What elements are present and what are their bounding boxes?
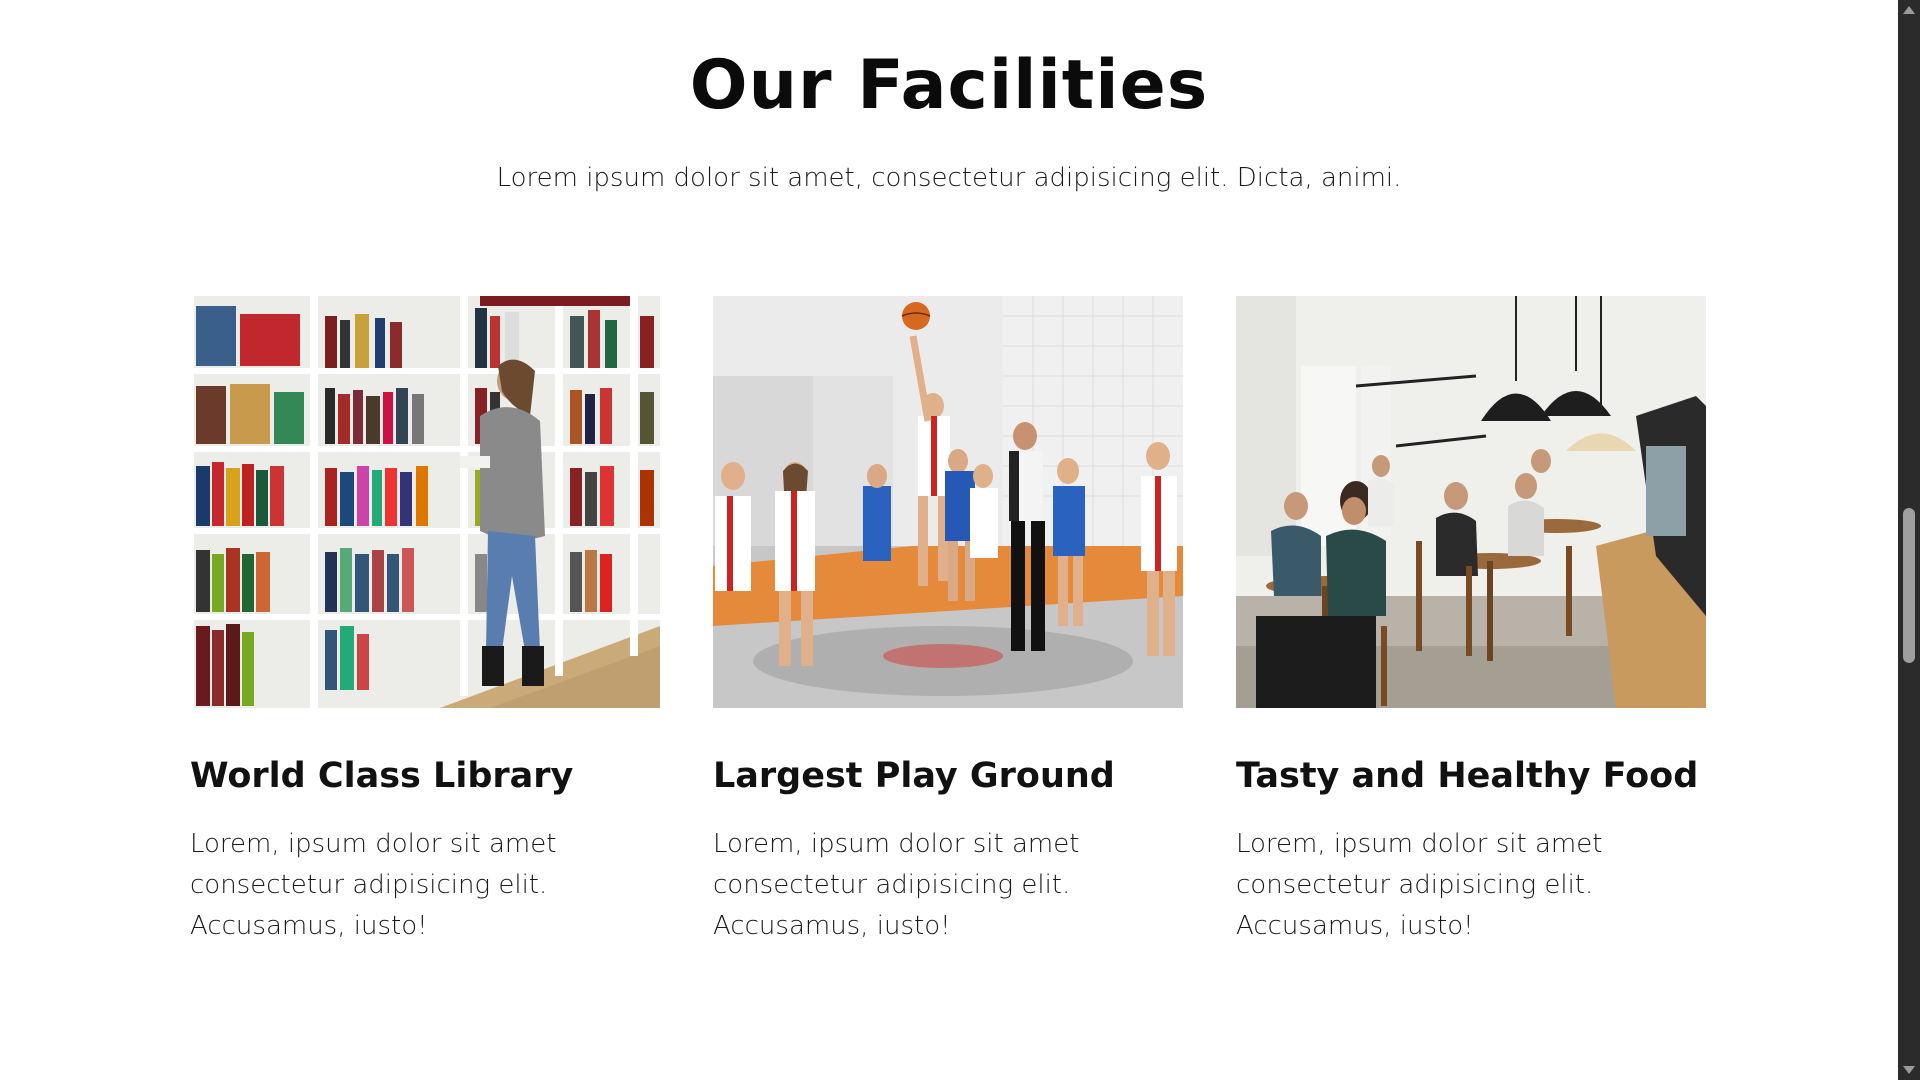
card-title: World Class Library	[190, 756, 574, 796]
page: Our Facilities Lorem ipsum dolor sit ame…	[0, 0, 1920, 1080]
vertical-scrollbar[interactable]	[1898, 0, 1920, 1080]
facility-card-library: World Class Library Lorem, ipsum dolor s…	[190, 296, 660, 947]
facilities-section: Our Facilities Lorem ipsum dolor sit ame…	[0, 0, 1898, 1080]
card-description: Lorem, ipsum dolor sit amet consectetur …	[190, 829, 557, 941]
library-photo	[190, 296, 660, 708]
scroll-down-arrow-icon[interactable]	[1903, 1066, 1915, 1074]
card-description: Lorem, ipsum dolor sit amet consectetur …	[1236, 829, 1603, 941]
card-title: Largest Play Ground	[713, 756, 1115, 796]
facility-card-playground: Largest Play Ground Lorem, ipsum dolor s…	[713, 296, 1183, 947]
card-title: Tasty and Healthy Food	[1236, 756, 1699, 796]
card-description: Lorem, ipsum dolor sit amet consectetur …	[713, 829, 1080, 941]
basketball-photo	[713, 296, 1183, 708]
scroll-up-arrow-icon[interactable]	[1903, 6, 1915, 14]
section-subtitle: Lorem ipsum dolor sit amet, consectetur …	[496, 163, 1402, 193]
scrollbar-thumb[interactable]	[1903, 508, 1915, 663]
section-title: Our Facilities	[689, 46, 1209, 125]
facility-card-food: Tasty and Healthy Food Lorem, ipsum dolo…	[1236, 296, 1706, 947]
cafe-photo	[1236, 296, 1706, 708]
